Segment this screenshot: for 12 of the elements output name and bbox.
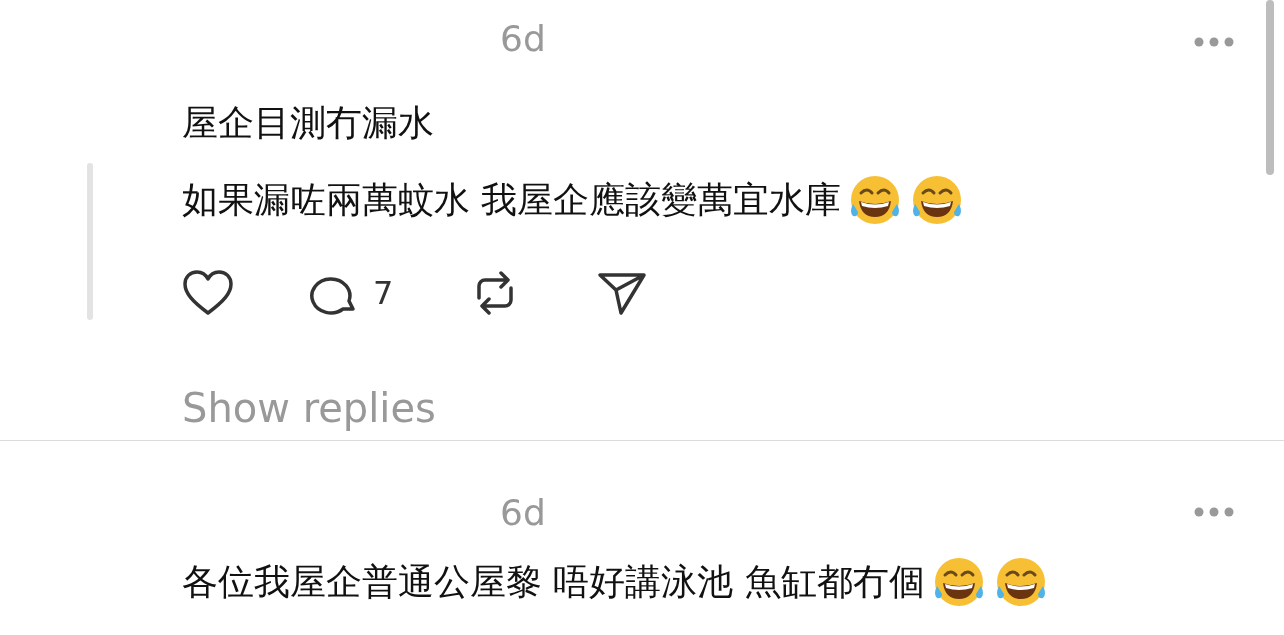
send-icon[interactable] [597, 270, 648, 316]
post-time: 6d [500, 491, 546, 533]
more-options-icon[interactable] [1194, 37, 1234, 47]
post-text: 如果漏咗兩萬蚊水 我屋企應該變萬宜水庫 [182, 177, 842, 222]
scrollbar[interactable] [1266, 0, 1274, 175]
show-replies-link[interactable]: Show replies [182, 385, 436, 431]
post-text: 各位我屋企普通公屋黎 唔好講泳池 魚缸都冇個 [182, 560, 925, 604]
reply-count: 7 [373, 274, 394, 312]
post-text: 屋企目測冇漏水 [182, 100, 434, 145]
heart-icon[interactable] [182, 269, 234, 317]
more-options-icon[interactable] [1194, 507, 1234, 517]
post-time: 6d [500, 18, 546, 59]
